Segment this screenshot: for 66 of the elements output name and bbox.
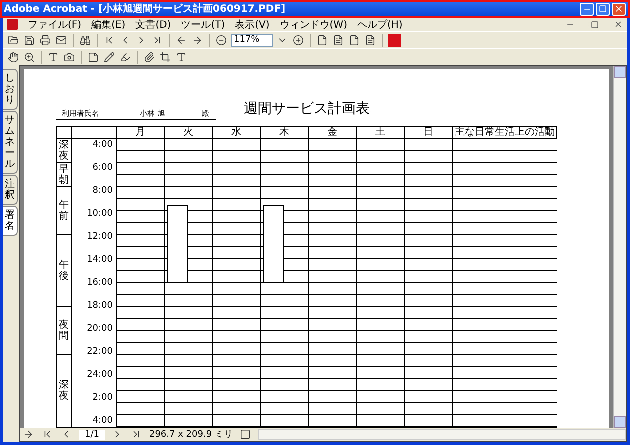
maximize-icon: [599, 5, 607, 13]
time-label: 16:00: [87, 278, 113, 288]
panel-tab[interactable]: しおり: [3, 69, 18, 110]
time-label: 20:00: [87, 324, 113, 334]
close-icon: [614, 4, 624, 14]
close-button[interactable]: [612, 2, 626, 16]
time-label: 18:00: [87, 301, 113, 311]
note-icon[interactable]: [87, 50, 100, 64]
single-page-icon[interactable]: [238, 428, 252, 441]
page-size: 296.7 x 209.9 ミリ: [149, 429, 233, 441]
time-label: 14:00: [87, 255, 113, 265]
period-label: 早朝: [59, 164, 69, 186]
panel-tab[interactable]: 注釈: [3, 175, 18, 205]
open-folder-icon[interactable]: [7, 34, 20, 46]
text-select-icon[interactable]: [47, 50, 60, 64]
pencil-icon[interactable]: [103, 50, 116, 64]
time-label: 2:00: [92, 393, 113, 403]
zoom-in-icon[interactable]: [23, 50, 36, 64]
time-label: 8:00: [92, 186, 113, 196]
save-icon[interactable]: [23, 34, 36, 46]
period-label: 夜間: [59, 320, 69, 342]
page-icon[interactable]: [348, 34, 361, 46]
print-icon[interactable]: [39, 34, 52, 46]
menu-item[interactable]: ウィンドウ(W): [280, 18, 348, 32]
text-icon[interactable]: [175, 50, 188, 64]
page-icon[interactable]: [316, 34, 329, 46]
camera-icon[interactable]: [63, 50, 76, 64]
binoculars-icon[interactable]: [79, 34, 92, 46]
time-label: 24:00: [87, 370, 113, 380]
minimize-button[interactable]: [580, 2, 594, 16]
menu-item[interactable]: ツール(T): [181, 18, 226, 32]
time-label: 10:00: [87, 209, 113, 219]
period-label: 午前: [59, 200, 69, 222]
zoom-in-icon[interactable]: [292, 34, 305, 46]
time-label: 6:00: [92, 163, 113, 173]
time-label: 4:00: [92, 416, 113, 426]
time-label: 22:00: [87, 347, 113, 357]
horizontal-scrollbar[interactable]: [258, 429, 626, 440]
mail-icon[interactable]: [55, 34, 68, 46]
period-label: 午後: [59, 260, 69, 282]
maximize-button[interactable]: [596, 2, 610, 16]
menu-item[interactable]: 文書(D): [136, 18, 172, 32]
window-title: Adobe Acrobat - [小林旭週間サービス計画060917.PDF]: [4, 2, 287, 16]
hand-icon[interactable]: [7, 50, 20, 64]
menu-item[interactable]: 編集(E): [92, 18, 126, 32]
time-label: 4:00: [92, 140, 113, 150]
paperclip-icon[interactable]: [143, 50, 156, 64]
period-label: 深夜: [59, 380, 69, 402]
panel-tab[interactable]: 署名: [3, 206, 18, 236]
menu-item[interactable]: ファイル(F): [28, 18, 82, 32]
restore-icon[interactable]: [589, 20, 600, 30]
panel-tab[interactable]: サムネール: [3, 111, 18, 174]
menu-item[interactable]: 表示(V): [235, 18, 270, 32]
move-icon[interactable]: [22, 428, 35, 441]
logo-icon[interactable]: [388, 34, 401, 46]
period-label: 深夜: [59, 140, 69, 162]
zoom-out-icon[interactable]: [215, 34, 228, 46]
highlighter-icon[interactable]: [119, 50, 132, 64]
menu-item[interactable]: ヘルプ(H): [357, 18, 403, 32]
time-label: 12:00: [87, 232, 113, 242]
vertical-scrollbar[interactable]: [613, 66, 626, 428]
zoom-field[interactable]: 117%: [231, 34, 273, 46]
document-title: 週間サービス計画表: [244, 100, 370, 118]
page-number-field[interactable]: 1/1: [79, 430, 106, 440]
close-icon[interactable]: [613, 20, 624, 30]
crop-icon[interactable]: [159, 50, 172, 64]
